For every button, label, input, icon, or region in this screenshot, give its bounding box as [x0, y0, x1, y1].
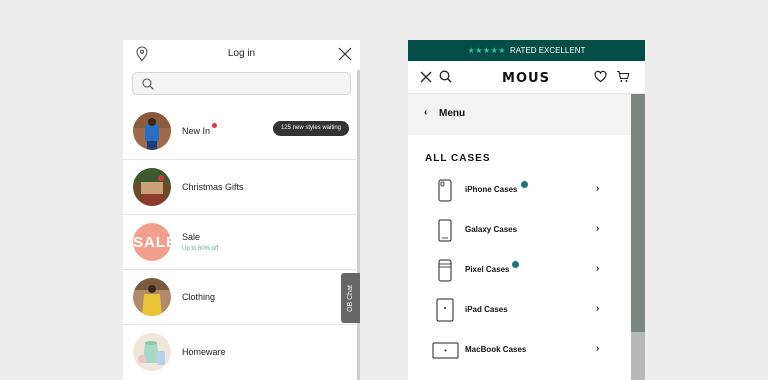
macbook-icon: [432, 342, 459, 359]
background-page-edge-lower: [631, 332, 645, 380]
rating-stars: ★★★★★: [467, 46, 506, 55]
new-indicator-dot: [512, 261, 519, 268]
category-sale[interactable]: SALE Sale Up to 60% off: [123, 214, 358, 269]
wishlist-heart-icon[interactable]: [594, 70, 607, 83]
case-item-galaxy[interactable]: Galaxy Cases ›: [408, 210, 631, 250]
chevron-right-icon: ›: [596, 263, 600, 274]
search-bar[interactable]: [132, 72, 351, 95]
chevron-right-icon: ›: [596, 343, 600, 354]
close-icon[interactable]: [338, 47, 352, 61]
ipad-icon: [436, 298, 454, 322]
section-title: ALL CASES: [425, 153, 491, 164]
category-clothing[interactable]: Clothing: [123, 269, 358, 324]
new-styles-badge: 125 new styles waiting: [273, 121, 349, 136]
new-in-thumbnail: [133, 112, 171, 150]
site-header: MOUS: [408, 61, 645, 94]
login-link[interactable]: Log in: [123, 48, 360, 59]
search-icon[interactable]: [439, 70, 452, 83]
christmas-gifts-thumbnail: [133, 168, 171, 206]
case-label: MacBook Cases: [465, 345, 527, 354]
new-indicator-dot: [212, 123, 217, 128]
rating-text: RATED EXCELLENT: [509, 46, 586, 55]
search-input[interactable]: [161, 76, 341, 91]
category-label: Homeware: [182, 347, 226, 357]
menu-back-bar[interactable]: ‹ Menu: [408, 94, 631, 135]
category-christmas-gifts[interactable]: Christmas Gifts: [123, 159, 358, 214]
menu-title: Menu: [439, 108, 466, 119]
search-icon: [142, 78, 154, 90]
chevron-right-icon: ›: [596, 303, 600, 314]
category-label: Sale: [182, 232, 201, 242]
case-label: Pixel Cases: [465, 265, 510, 274]
case-item-pixel[interactable]: Pixel Cases ›: [408, 250, 631, 290]
clothing-thumbnail: [133, 278, 171, 316]
svg-text:MOUS: MOUS: [503, 71, 549, 85]
case-label: Galaxy Cases: [465, 225, 518, 234]
left-header: Log in: [123, 40, 360, 70]
mobile-menu-right: ★★★★★ RATED EXCELLENT MOUS ‹ Menu ALL CA…: [408, 40, 645, 380]
new-indicator-dot: [521, 181, 528, 188]
close-icon[interactable]: [420, 71, 432, 83]
background-page-edge: [631, 94, 645, 380]
chevron-right-icon: ›: [596, 183, 600, 194]
galaxy-icon: [438, 219, 452, 242]
sale-thumbnail: SALE: [133, 223, 171, 261]
chevron-right-icon: ›: [596, 223, 600, 234]
category-label: New In: [182, 126, 211, 136]
case-item-ipad[interactable]: iPad Cases ›: [408, 290, 631, 330]
category-homeware[interactable]: Homeware: [123, 324, 358, 379]
cart-icon[interactable]: [616, 70, 630, 83]
back-chevron-icon: ‹: [424, 107, 428, 118]
mobile-menu-left: Log in New In 125 new styles waiting Chr…: [123, 40, 360, 380]
rating-banner[interactable]: ★★★★★ RATED EXCELLENT: [408, 40, 645, 61]
category-label: Christmas Gifts: [182, 182, 244, 192]
category-list: New In 125 new styles waiting Christmas …: [123, 104, 358, 379]
case-item-macbook[interactable]: MacBook Cases ›: [408, 330, 631, 370]
case-item-iphone[interactable]: iPhone Cases ›: [408, 170, 631, 210]
sale-thumbnail-text: SALE: [133, 234, 171, 251]
category-new-in[interactable]: New In 125 new styles waiting: [123, 104, 358, 159]
homeware-thumbnail: [133, 333, 171, 371]
case-label: iPad Cases: [465, 305, 508, 314]
sale-sublabel: Up to 60% off: [182, 246, 219, 252]
pixel-icon: [438, 259, 452, 282]
category-label: Clothing: [182, 292, 216, 302]
ob-chat-tab[interactable]: OB Chat: [341, 273, 360, 323]
mous-logo[interactable]: MOUS: [503, 69, 549, 85]
case-category-list: iPhone Cases › Galaxy Cases › Pixel Case…: [408, 170, 631, 370]
ob-chat-label: OB Chat: [347, 284, 355, 312]
iphone-icon: [438, 179, 452, 202]
case-label: iPhone Cases: [465, 185, 518, 194]
